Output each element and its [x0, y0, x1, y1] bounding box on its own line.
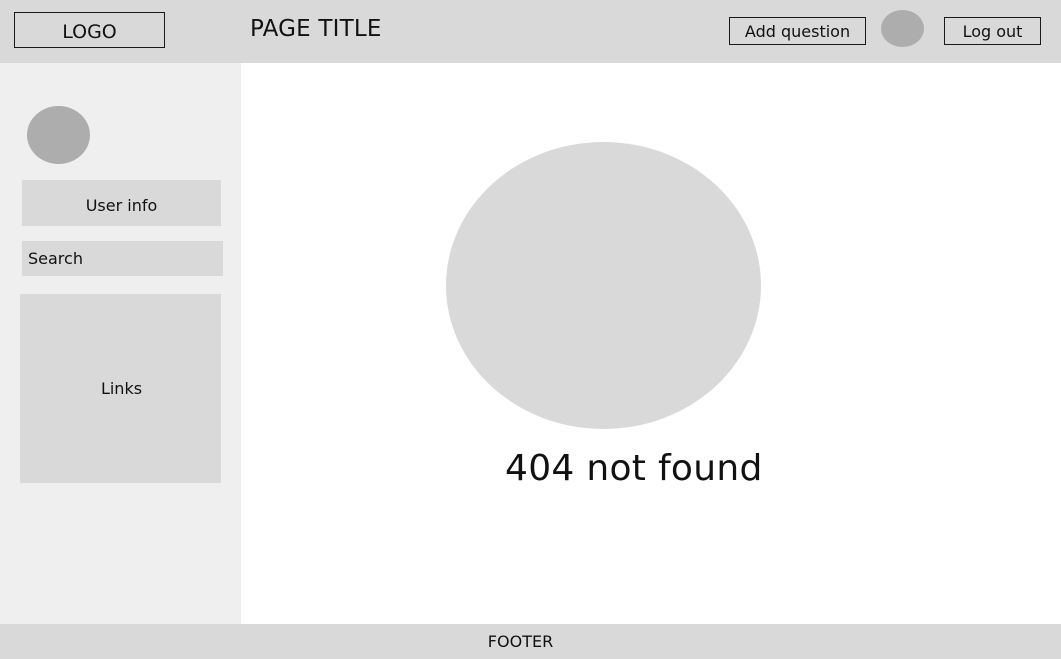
links-panel[interactable]: Links: [20, 294, 221, 483]
logout-button[interactable]: Log out: [944, 17, 1041, 45]
logo[interactable]: LOGO: [14, 12, 165, 48]
error-illustration: [446, 142, 761, 429]
user-info-panel[interactable]: User info: [22, 180, 221, 226]
page-title: PAGE TITLE: [250, 16, 382, 42]
error-message: 404 not found: [505, 448, 763, 489]
add-question-button[interactable]: Add question: [729, 17, 866, 45]
sidebar: User info Search Links: [0, 63, 241, 624]
avatar[interactable]: [881, 10, 924, 47]
search-input[interactable]: Search: [22, 241, 223, 276]
footer: FOOTER: [0, 624, 1061, 659]
sidebar-avatar[interactable]: [27, 106, 90, 164]
header: LOGO PAGE TITLE Add question Log out: [0, 0, 1061, 63]
